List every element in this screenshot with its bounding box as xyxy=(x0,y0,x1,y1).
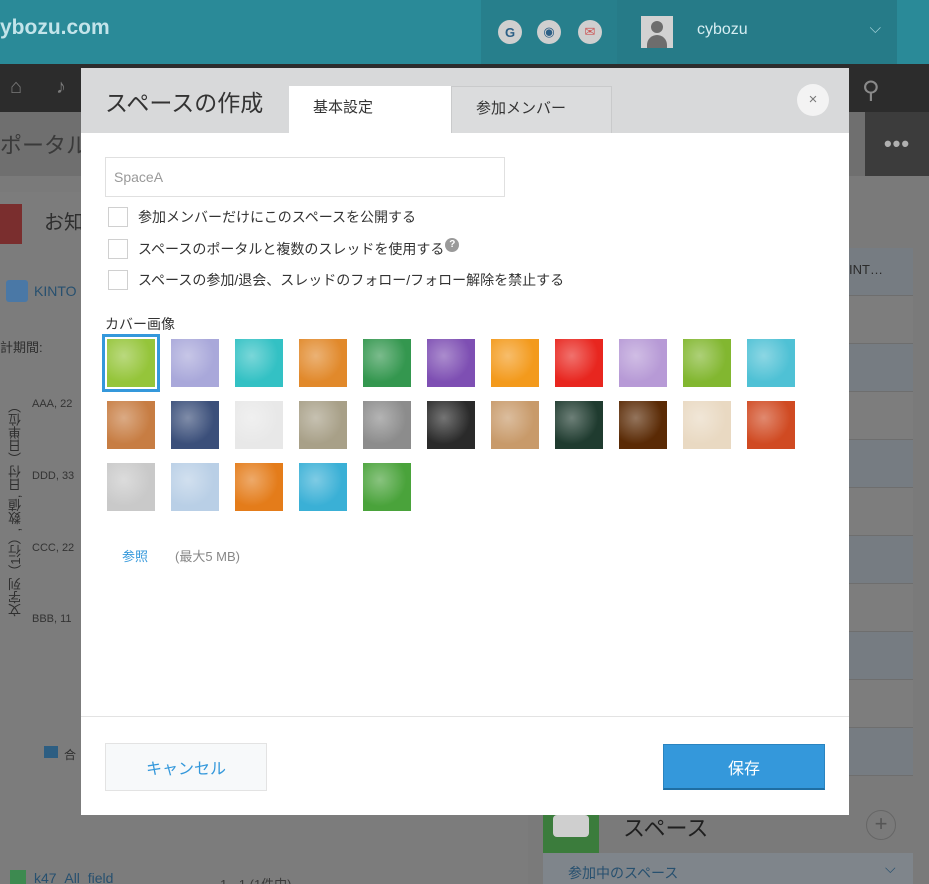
cover-image-vegetables[interactable] xyxy=(747,401,795,449)
list-item[interactable] xyxy=(849,392,913,440)
members-only-checkbox[interactable] xyxy=(108,207,128,227)
cover-image-bamboo[interactable] xyxy=(363,463,411,511)
cover-image-purple-flowers[interactable] xyxy=(619,339,667,387)
logo: ybozu.com xyxy=(0,16,110,39)
list-item[interactable] xyxy=(849,584,913,632)
option-members-only[interactable]: 参加メンバーだけにこのスペースを公開する xyxy=(108,206,416,228)
cover-image-woven-basket[interactable] xyxy=(107,401,155,449)
chart-row-label: AAA, 22 xyxy=(32,398,73,410)
cover-image-orange-texture[interactable] xyxy=(299,339,347,387)
max-size-note: (最大5 MB) xyxy=(175,549,241,564)
space-name-input[interactable] xyxy=(105,157,505,197)
mail-icon[interactable]: ✉ xyxy=(578,20,602,44)
avatar xyxy=(641,16,673,48)
period-label: 計期間: xyxy=(0,340,43,355)
bell-icon[interactable]: ♪ xyxy=(56,76,80,100)
cover-image-purple-texture[interactable] xyxy=(427,339,475,387)
column-header: INT… xyxy=(849,262,883,277)
cover-image-winter-trees[interactable] xyxy=(171,463,219,511)
cover-image-cat[interactable] xyxy=(107,463,155,511)
tab-basic-settings[interactable]: 基本設定 xyxy=(289,86,451,133)
option-label: スペースのポータルと複数のスレッドを使用する xyxy=(138,241,445,257)
cover-image-red-carnation[interactable] xyxy=(555,339,603,387)
user-menu[interactable]: cybozu ⌵ xyxy=(617,0,897,64)
kintone-link[interactable]: KINTO xyxy=(34,283,77,299)
axis-label: 文字列（1行）, 数値, 日付（日単位） xyxy=(8,400,23,617)
cover-image-pumpkins[interactable] xyxy=(235,463,283,511)
save-button[interactable]: 保存 xyxy=(663,744,825,790)
cover-image-palm-beach[interactable] xyxy=(299,463,347,511)
cover-image-bokeh[interactable] xyxy=(619,401,667,449)
cover-image-mosaic-tiles[interactable] xyxy=(171,401,219,449)
list-item[interactable] xyxy=(849,296,913,344)
list-item[interactable] xyxy=(849,536,913,584)
cover-image-turquoise-water[interactable] xyxy=(235,339,283,387)
user-name: cybozu xyxy=(697,21,748,38)
cover-image-orange-flowers[interactable] xyxy=(491,339,539,387)
chevron-down-icon[interactable]: ⌵ xyxy=(885,860,896,877)
legend-swatch xyxy=(44,746,58,758)
cover-image-label: カバー画像 xyxy=(105,316,175,332)
list-item[interactable] xyxy=(849,344,913,392)
disable-join-checkbox[interactable] xyxy=(108,270,128,290)
dialog-title: スペースの作成 xyxy=(105,90,264,116)
joined-spaces-label: 参加中のスペース xyxy=(568,865,679,881)
option-label: スペースの参加/退会、スレッドのフォロー/フォロー解除を禁止する xyxy=(138,272,565,288)
divider xyxy=(81,716,849,717)
list-icon xyxy=(6,280,28,302)
create-space-dialog: スペースの作成 基本設定 参加メンバー × 参加メンバーだけにこのスペースを公開… xyxy=(81,68,849,815)
option-portal-threads[interactable]: スペースのポータルと複数のスレッドを使用する ? xyxy=(108,238,460,260)
cover-image-stacked-books[interactable] xyxy=(299,401,347,449)
add-space-icon[interactable]: + xyxy=(866,810,896,840)
option-label: 参加メンバーだけにこのスペースを公開する xyxy=(138,209,417,225)
list-item[interactable] xyxy=(849,440,913,488)
portal-title: ポータル xyxy=(0,133,89,158)
office-icon[interactable]: ◉ xyxy=(537,20,561,44)
help-icon[interactable]: ? xyxy=(445,238,460,252)
pager: 1 - 1 (1件中) xyxy=(220,874,292,884)
home-icon[interactable]: ⌂ xyxy=(10,76,34,100)
cover-image-lavender-gradient[interactable] xyxy=(171,339,219,387)
right-list xyxy=(849,248,913,780)
cover-image-colored-pencils[interactable] xyxy=(491,401,539,449)
portal-threads-checkbox[interactable] xyxy=(108,239,128,259)
app-icon xyxy=(10,870,26,884)
tab-members[interactable]: 参加メンバー xyxy=(451,86,612,133)
cancel-button[interactable]: キャンセル xyxy=(105,743,267,791)
cover-image-lightbulb-board[interactable] xyxy=(555,401,603,449)
cover-image-white-cubes[interactable] xyxy=(747,339,795,387)
close-button[interactable]: × xyxy=(797,84,829,116)
app-link[interactable]: k47_All_field xyxy=(34,870,113,884)
service-icons: G ◉ ✉ xyxy=(481,0,617,64)
space-panel-title: スペース xyxy=(623,816,709,841)
notice-title: お知 xyxy=(44,212,84,234)
chevron-down-icon: ⌵ xyxy=(869,20,881,37)
browse-link[interactable]: 参照 xyxy=(122,546,148,565)
option-disable-join-follow[interactable]: スペースの参加/退会、スレッドのフォロー/フォロー解除を禁止する xyxy=(108,269,564,291)
cover-image-chalkboard-shapes[interactable] xyxy=(427,401,475,449)
chart-row-label: DDD, 33 xyxy=(32,470,75,482)
megaphone-icon xyxy=(0,204,22,244)
cover-image-gears[interactable] xyxy=(363,401,411,449)
chart-row-label: CCC, 22 xyxy=(32,542,75,554)
more-icon[interactable]: ••• xyxy=(865,112,929,176)
cover-image-compass[interactable] xyxy=(235,401,283,449)
app-header: ybozu.com G ◉ ✉ cybozu ⌵ xyxy=(0,0,929,64)
garoon-icon[interactable]: G xyxy=(498,20,522,44)
cover-image-latte-art[interactable] xyxy=(683,401,731,449)
list-item[interactable] xyxy=(849,488,913,536)
list-item[interactable] xyxy=(849,728,913,776)
cover-image-lime-green[interactable] xyxy=(102,334,160,392)
legend-label: 合 xyxy=(64,748,77,762)
cover-image-leaf-dew[interactable] xyxy=(683,339,731,387)
list-item[interactable] xyxy=(849,632,913,680)
chart-row-label: BBB, 11 xyxy=(32,613,72,625)
dialog-header: スペースの作成 基本設定 参加メンバー × xyxy=(81,68,849,133)
search-icon[interactable]: ⚲ xyxy=(862,76,886,104)
list-item[interactable] xyxy=(849,680,913,728)
cover-image-green-grass[interactable] xyxy=(363,339,411,387)
